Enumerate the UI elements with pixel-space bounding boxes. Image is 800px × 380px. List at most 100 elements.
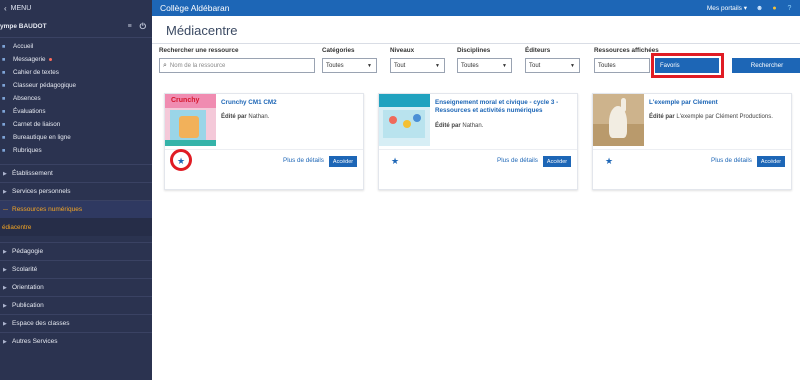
folder-icon: ■: [2, 82, 6, 89]
sidebar-item-label: Accueil: [13, 43, 34, 50]
resource-publisher: Édité par Nathan.: [435, 123, 483, 129]
details-link[interactable]: Plus de détails: [711, 157, 752, 164]
section-label: Services personnels: [12, 188, 71, 195]
disciplines-select[interactable]: Toutes ▼: [457, 58, 512, 73]
caret-right-icon: ▶: [3, 302, 7, 309]
search-input[interactable]: ⌕ Nom de la ressource: [159, 58, 315, 73]
section-label: Autres Services: [12, 338, 58, 345]
minus-icon: —: [3, 206, 8, 213]
chevron-down-icon: ▼: [367, 62, 372, 69]
section-pedagogie[interactable]: ▶ Pédagogie: [0, 242, 152, 260]
section-etablissement[interactable]: ▶ Établissement: [0, 164, 152, 182]
sidebar-item-evaluations[interactable]: ■ Évaluations: [0, 105, 152, 118]
user-icon[interactable]: ☻: [755, 4, 764, 13]
sidebar-item-label: Évaluations: [13, 108, 46, 115]
search-label: Rechercher une ressource: [159, 47, 239, 54]
ressources-value: Toutes: [598, 62, 616, 69]
settings-icon[interactable]: ≡: [128, 23, 132, 30]
sidebar-item-label: Bureautique en ligne: [13, 134, 71, 141]
highlight-circle: [170, 149, 192, 171]
search-button[interactable]: Rechercher: [732, 58, 800, 73]
publisher-prefix: Édité par: [649, 114, 675, 120]
notebook-icon: ■: [2, 121, 6, 128]
editeurs-select[interactable]: Tout ▼: [525, 58, 580, 73]
sidebar-item-label: édiacentre: [2, 223, 32, 231]
details-link[interactable]: Plus de détails: [497, 157, 538, 164]
sidebar-item-bureautique[interactable]: ■ Bureautique en ligne: [0, 131, 152, 144]
home-icon: ■: [2, 43, 6, 50]
sidebar-item-carnet[interactable]: ■ Carnet de liaison: [0, 118, 152, 131]
section-ressources-numeriques[interactable]: — Ressources numériques: [0, 200, 152, 218]
star-icon[interactable]: ★: [605, 156, 613, 167]
categories-value: Toutes: [326, 62, 344, 69]
sidebar-item-label: Carnet de liaison: [13, 121, 61, 128]
power-icon[interactable]: ⏻: [140, 22, 146, 32]
sidebar-item-classeur[interactable]: ■ Classeur pédagogique: [0, 79, 152, 92]
page-title: Médiacentre: [166, 23, 238, 38]
cloud-icon: ■: [2, 134, 6, 141]
section-publication[interactable]: ▶ Publication: [0, 296, 152, 314]
caret-right-icon: ▶: [3, 338, 7, 345]
caret-right-icon: ▶: [3, 266, 7, 273]
portals-label: Mes portails: [706, 5, 742, 12]
highlight-box: [651, 53, 724, 78]
user-name[interactable]: ympe BAUDOT: [0, 23, 47, 30]
publisher-prefix: Édité par: [221, 114, 247, 120]
section-label: Établissement: [12, 170, 53, 177]
caret-right-icon: ▶: [3, 248, 7, 255]
caret-right-icon: ▶: [3, 188, 7, 195]
niveaux-label: Niveaux: [390, 47, 415, 54]
publisher-name: L'exemple par Clément Productions.: [676, 114, 773, 120]
top-header: Collège Aldébaran Mes portails ▾ ☻ ● ?: [152, 0, 800, 16]
resource-title[interactable]: Crunchy CM1 CM2: [221, 99, 361, 107]
menu-toggle[interactable]: ‹ MENU: [0, 0, 152, 16]
sidebar-item-cahier[interactable]: ■ Cahier de textes: [0, 66, 152, 79]
sidebar-services: ■ Accueil ■ Messagerie ■ Cahier de textes ■…: [0, 38, 152, 157]
publisher-name: Nathan.: [462, 123, 484, 129]
niveaux-select[interactable]: Tout ▼: [390, 58, 445, 73]
sidebar-item-messagerie[interactable]: ■ Messagerie: [0, 53, 152, 66]
section-espace-classes[interactable]: ▶ Espace des classes: [0, 314, 152, 332]
editeurs-label: Éditeurs: [525, 47, 551, 54]
card-divider: [165, 149, 363, 150]
sidebar-item-label: Messagerie: [13, 56, 46, 63]
resource-thumbnail[interactable]: [593, 94, 644, 146]
user-row: ympe BAUDOT ≡ ⏻: [0, 16, 152, 38]
sidebar-item-accueil[interactable]: ■ Accueil: [0, 40, 152, 53]
publisher-name: Nathan.: [248, 114, 270, 120]
access-button[interactable]: Accéder: [543, 156, 571, 167]
access-button[interactable]: Accéder: [329, 156, 357, 167]
section-scolarite[interactable]: ▶ Scolarité: [0, 260, 152, 278]
section-orientation[interactable]: ▶ Orientation: [0, 278, 152, 296]
section-label: Orientation: [12, 284, 44, 291]
section-label: Publication: [12, 302, 44, 309]
chart-icon: ■: [2, 108, 6, 115]
sidebar-item-mediacentre[interactable]: édiacentre: [0, 218, 152, 236]
school-name[interactable]: Collège Aldébaran: [160, 3, 229, 13]
thumbnail-logo: Crunchy: [171, 97, 200, 104]
details-link[interactable]: Plus de détails: [283, 157, 324, 164]
sidebar-item-absences[interactable]: ■ Absences: [0, 92, 152, 105]
book-icon: ■: [2, 69, 6, 76]
section-autres-services[interactable]: ▶ Autres Services: [0, 332, 152, 350]
sidebar-item-rubriques[interactable]: ■ Rubriques: [0, 144, 152, 157]
star-icon[interactable]: ★: [391, 156, 399, 167]
section-label: Ressources numériques: [12, 206, 83, 213]
sidebar-item-label: Classeur pédagogique: [13, 82, 77, 89]
access-button[interactable]: Accéder: [757, 156, 785, 167]
menu-label: MENU: [10, 4, 32, 12]
resource-title[interactable]: Enseignement moral et civique - cycle 3 …: [435, 99, 575, 115]
categories-select[interactable]: Toutes ▼: [322, 58, 377, 73]
resource-title[interactable]: L'exemple par Clément: [649, 99, 789, 107]
chevron-down-icon: ▼: [502, 62, 507, 69]
section-services-personnels[interactable]: ▶ Services personnels: [0, 182, 152, 200]
resource-thumbnail[interactable]: [379, 94, 430, 146]
categories-label: Catégories: [322, 47, 355, 54]
ressources-label: Ressources affichées: [594, 47, 659, 54]
portals-menu[interactable]: Mes portails ▾: [707, 4, 747, 12]
resource-thumbnail[interactable]: Crunchy: [165, 94, 216, 146]
lightbulb-icon[interactable]: ●: [770, 4, 779, 13]
ressources-toutes-toggle[interactable]: Toutes: [594, 58, 650, 73]
help-icon[interactable]: ?: [785, 4, 794, 13]
section-label: Pédagogie: [12, 248, 44, 255]
